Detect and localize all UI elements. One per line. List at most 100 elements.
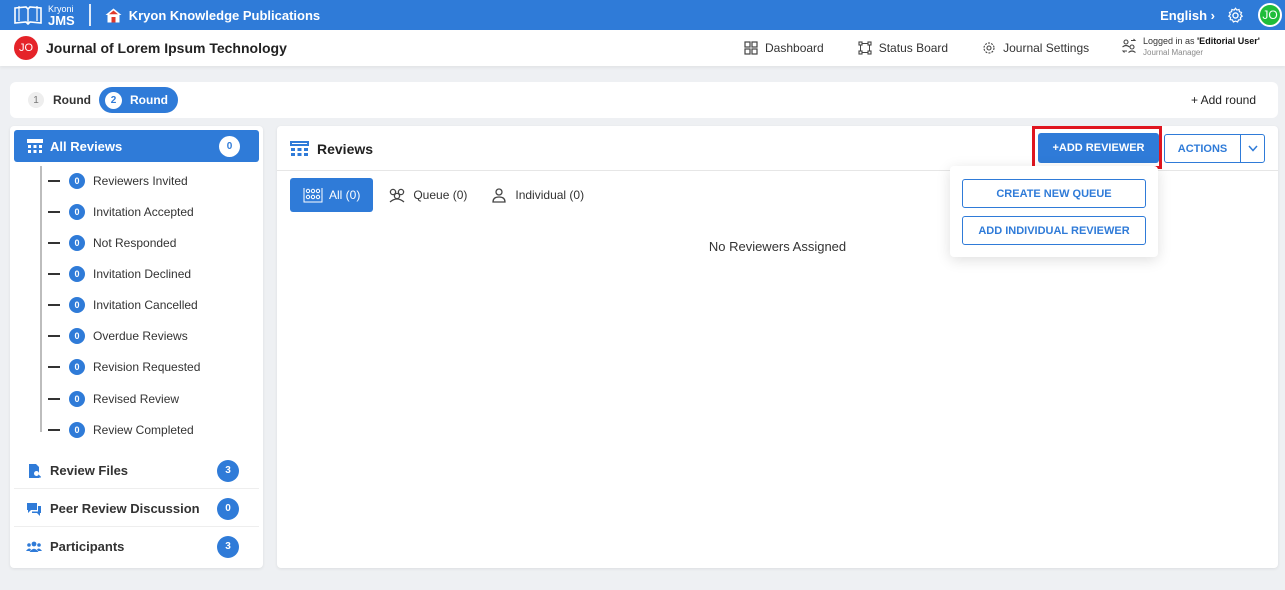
sidebar-item-label: Review Files [50, 463, 129, 478]
queue-group-icon [389, 188, 405, 203]
nav-journal-settings-label: Journal Settings [1003, 41, 1090, 55]
panel-title-text: Reviews [317, 141, 374, 157]
tab-label: Individual (0) [515, 188, 585, 202]
top-bar: Kryoni JMS Kryon Knowledge Publications … [0, 0, 1285, 30]
app-logo[interactable]: Kryoni JMS [12, 0, 75, 30]
tab-all[interactable]: All (0) [290, 178, 374, 212]
logo-brand-big: JMS [48, 12, 75, 28]
sub-item-label: Revised Review [93, 392, 180, 406]
sub-item-label: Invitation Accepted [93, 205, 194, 219]
round-label: Round [53, 93, 91, 107]
users-switch-icon [1121, 38, 1137, 53]
sidebar-sub-review-completed[interactable]: 0 Review Completed [48, 420, 194, 440]
round-tab-2[interactable]: 2 Round [99, 87, 178, 113]
count-badge: 3 [217, 459, 239, 482]
tree-dash [48, 366, 60, 368]
status-board-icon [858, 41, 872, 55]
tree-dash [48, 335, 60, 337]
publisher-home-link[interactable]: Kryon Knowledge Publications [105, 8, 320, 23]
count-badge: 0 [69, 266, 85, 282]
actions-toggle[interactable] [1241, 135, 1264, 162]
sidebar-item-label: All Reviews [50, 138, 123, 154]
nav-dashboard[interactable]: Dashboard [744, 41, 824, 55]
count-badge: 0 [69, 328, 85, 344]
round-number: 2 [105, 91, 122, 109]
sub-item-label: Revision Requested [93, 360, 201, 374]
tree-dash [48, 304, 60, 306]
tree-dash [48, 180, 60, 182]
actions-button[interactable]: ACTIONS [1165, 135, 1241, 162]
review-filter-tabs: All (0) Queue (0) Individual (0) [290, 178, 606, 212]
add-reviewer-button[interactable]: +ADD REVIEWER [1038, 133, 1159, 163]
nav-dashboard-label: Dashboard [765, 41, 824, 55]
sidebar-item-participants[interactable]: Participants 3 [14, 528, 259, 565]
journal-nav: Dashboard Status Board Journal Settings [744, 30, 1123, 66]
tab-individual[interactable]: Individual (0) [489, 178, 584, 212]
group-grid-icon [303, 188, 323, 203]
person-icon [492, 188, 507, 203]
count-badge: 0 [217, 497, 239, 520]
sidebar-sub-invitation-cancelled[interactable]: 0 Invitation Cancelled [48, 295, 198, 315]
tree-dash [48, 273, 60, 275]
publisher-name: Kryon Knowledge Publications [128, 7, 321, 23]
count-badge: 0 [69, 297, 85, 313]
role-subtitle: Journal Manager [1143, 48, 1204, 57]
add-round-button[interactable]: + Add round [1191, 93, 1256, 107]
sidebar-item-peer-review-discussion[interactable]: Peer Review Discussion 0 [14, 490, 259, 527]
reviews-sidebar: All Reviews 0 0 Reviewers Invited 0 Invi… [10, 126, 263, 568]
journal-title: Journal of Lorem Ipsum Technology [46, 40, 287, 56]
sub-item-label: Overdue Reviews [93, 329, 188, 343]
divider [14, 488, 259, 489]
round-number: 1 [28, 92, 44, 108]
nav-status-board-label: Status Board [878, 41, 949, 55]
gear-icon[interactable] [1227, 6, 1244, 24]
language-selector[interactable]: English › [1160, 8, 1215, 23]
round-label: Round [130, 93, 168, 107]
tree-dash [48, 211, 60, 213]
panel-header: Reviews +ADD REVIEWER ACTIONS [277, 126, 1278, 171]
user-avatar[interactable]: JO [1258, 3, 1282, 27]
count-badge: 0 [69, 422, 85, 438]
sidebar-sub-reviewers-invited[interactable]: 0 Reviewers Invited [48, 171, 188, 191]
journal-avatar: JO [14, 36, 38, 60]
reviews-board-icon [290, 141, 309, 156]
tree-dash [48, 429, 60, 431]
tree-dash [48, 242, 60, 244]
count-badge: 0 [69, 173, 85, 189]
sub-item-label: Invitation Declined [93, 267, 192, 281]
tree-dash [48, 398, 60, 400]
create-new-queue-button[interactable]: CREATE NEW QUEUE [962, 179, 1146, 208]
tree-line [40, 166, 42, 432]
logo-brand-small: Kryoni [48, 3, 74, 14]
sub-item-label: Review Completed [93, 423, 194, 437]
tab-label: All (0) [329, 188, 361, 202]
logged-in-user: Logged in as 'Editorial User' Journal Ma… [1121, 36, 1260, 57]
logged-in-role: 'Editorial User' [1197, 36, 1260, 46]
file-icon [29, 463, 42, 478]
journal-header: JO Journal of Lorem Ipsum Technology Das… [0, 30, 1285, 66]
reviews-board-icon [27, 139, 43, 153]
tab-queue[interactable]: Queue (0) [387, 178, 467, 212]
sidebar-sub-not-responded[interactable]: 0 Not Responded [48, 233, 176, 253]
count-badge: 3 [217, 535, 239, 558]
nav-journal-settings[interactable]: Journal Settings [982, 41, 1089, 55]
sidebar-item-label: Participants [50, 539, 125, 554]
sidebar-item-review-files[interactable]: Review Files 3 [14, 452, 259, 489]
home-icon [105, 8, 122, 22]
round-tab-1[interactable]: 1 Round [28, 87, 91, 113]
sidebar-item-all-reviews[interactable]: All Reviews 0 [14, 130, 259, 162]
sidebar-sub-overdue-reviews[interactable]: 0 Overdue Reviews [48, 326, 188, 346]
nav-status-board[interactable]: Status Board [858, 41, 948, 55]
count-badge: 0 [69, 235, 85, 251]
count-badge: 0 [69, 391, 85, 407]
sidebar-sub-invitation-declined[interactable]: 0 Invitation Declined [48, 264, 191, 284]
add-individual-reviewer-button[interactable]: ADD INDIVIDUAL REVIEWER [962, 216, 1146, 245]
sidebar-sub-revised-review[interactable]: 0 Revised Review [48, 389, 179, 409]
settings-icon [983, 42, 995, 54]
sidebar-sub-revision-requested[interactable]: 0 Revision Requested [48, 357, 200, 377]
sidebar-sub-invitation-accepted[interactable]: 0 Invitation Accepted [48, 202, 194, 222]
count-badge: 0 [219, 136, 240, 157]
count-badge: 0 [69, 204, 85, 220]
chevron-down-icon [1247, 145, 1258, 152]
logged-in-prefix: Logged in as [1143, 36, 1198, 46]
